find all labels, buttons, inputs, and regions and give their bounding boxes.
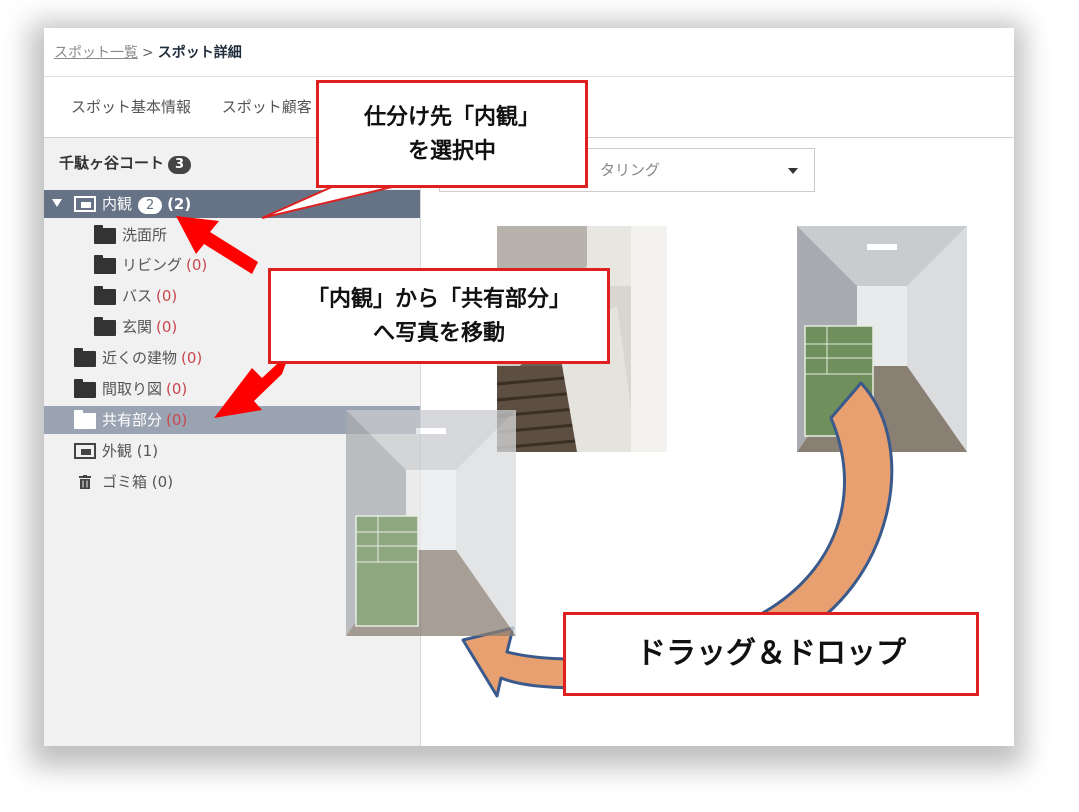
callout-drag-drop: ドラッグ＆ドロップ xyxy=(563,612,979,696)
callout-selected-folder: 仕分け先「内観」 を選択中 xyxy=(316,80,588,188)
callout-line: を選択中 xyxy=(407,139,496,164)
callout-line: 仕分け先「内観」 xyxy=(363,105,540,130)
callout-move-photo: 「内観」から「共有部分」 へ写真を移動 xyxy=(268,268,610,364)
red-arrow-icon xyxy=(176,216,258,274)
callout-line: ドラッグ＆ドロップ xyxy=(636,636,906,671)
callout-line: 「内観」から「共有部分」 xyxy=(306,287,571,312)
callout-line: へ写真を移動 xyxy=(372,321,505,346)
